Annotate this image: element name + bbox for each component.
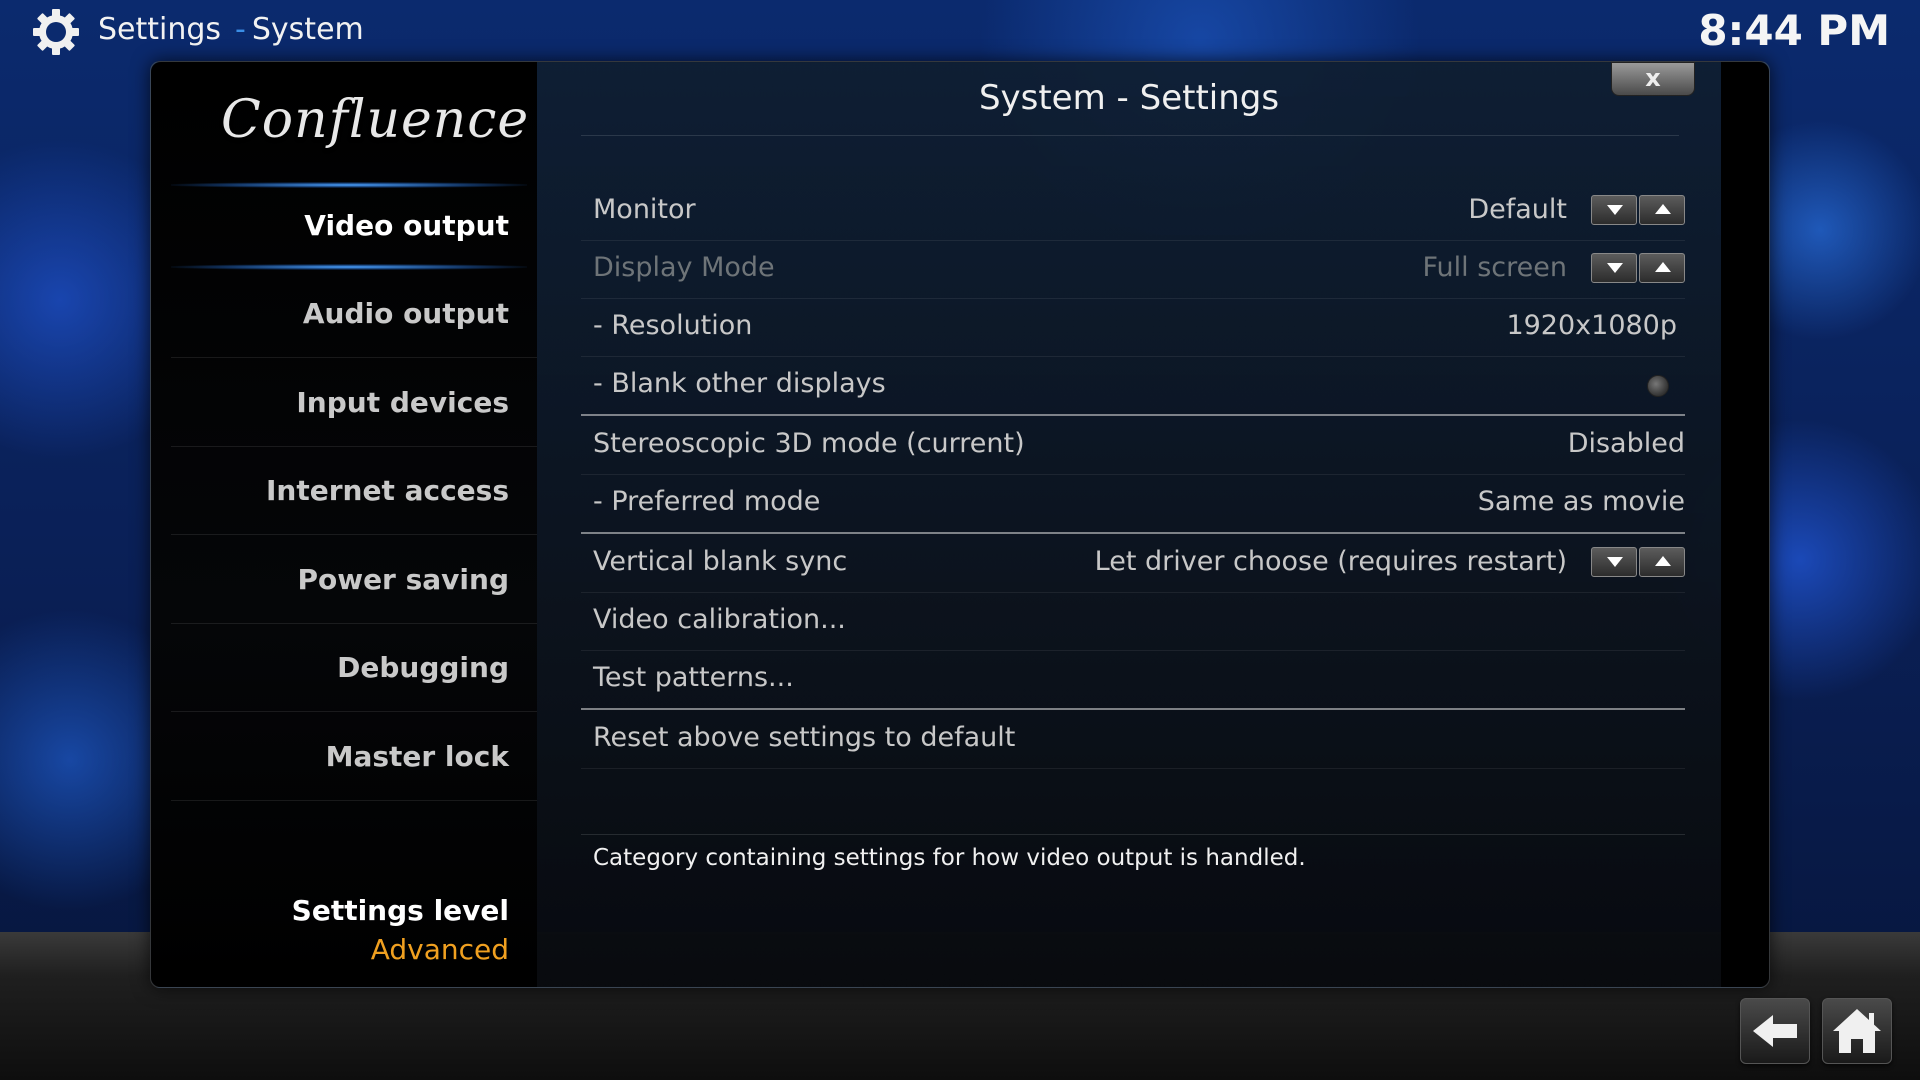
dialog-right-edge: [1721, 62, 1769, 987]
sidebar-item-label: Internet access: [265, 474, 509, 507]
setting-row-reset-defaults[interactable]: Reset above settings to default: [581, 710, 1685, 769]
breadcrumb-current: System: [251, 12, 364, 47]
sidebar-item-debugging[interactable]: Debugging: [151, 624, 537, 712]
settings-level-button[interactable]: Settings level Advanced: [292, 894, 509, 966]
category-description: Category containing settings for how vid…: [593, 845, 1306, 871]
home-button[interactable]: [1822, 998, 1892, 1064]
setting-value: Default: [1468, 194, 1567, 225]
spin-up-button[interactable]: [1639, 547, 1685, 577]
setting-label: Video calibration...: [593, 604, 846, 635]
close-button[interactable]: x: [1611, 62, 1695, 96]
title-divider: [581, 135, 1679, 136]
setting-row-video-calibration[interactable]: Video calibration...: [581, 592, 1685, 651]
setting-value: 1920x1080p: [1506, 310, 1677, 341]
spin-up-button[interactable]: [1639, 195, 1685, 225]
setting-row-vertical-blank-sync[interactable]: Vertical blank sync Let driver choose (r…: [581, 534, 1685, 593]
setting-value: Full screen: [1422, 252, 1567, 283]
setting-label: - Blank other displays: [593, 368, 886, 399]
spin-down-button[interactable]: [1591, 547, 1637, 577]
dialog-title: System - Settings: [978, 78, 1280, 118]
setting-label: - Preferred mode: [593, 486, 821, 517]
confluence-logo: Confluence: [221, 90, 530, 150]
setting-label: Monitor: [593, 194, 696, 225]
setting-label: Test patterns...: [593, 662, 794, 693]
sidebar-item-input-devices[interactable]: Input devices: [151, 359, 537, 447]
gear-icon: [33, 9, 79, 55]
setting-label: Reset above settings to default: [593, 722, 1016, 753]
sidebar-item-label: Master lock: [325, 740, 509, 773]
sidebar-item-internet-access[interactable]: Internet access: [151, 447, 537, 535]
sidebar-item-power-saving[interactable]: Power saving: [151, 536, 537, 624]
sidebar: Confluence Video output Audio output Inp…: [151, 62, 537, 987]
sidebar-item-label: Video output: [304, 209, 509, 242]
value-spinner: [1589, 195, 1685, 225]
setting-label: Display Mode: [593, 252, 775, 283]
toggle-radio[interactable]: [1647, 375, 1669, 397]
setting-row-blank-other-displays[interactable]: - Blank other displays: [581, 356, 1685, 416]
setting-value: Same as movie: [1477, 486, 1685, 517]
sidebar-item-label: Input devices: [296, 386, 509, 419]
settings-dialog: Confluence Video output Audio output Inp…: [150, 61, 1770, 988]
value-spinner: [1589, 547, 1685, 577]
sidebar-item-label: Audio output: [302, 297, 509, 330]
setting-label: Stereoscopic 3D mode (current): [593, 428, 1025, 459]
back-button[interactable]: [1740, 998, 1810, 1064]
setting-row-resolution[interactable]: - Resolution 1920x1080p: [581, 298, 1685, 357]
setting-row-monitor[interactable]: Monitor Default: [581, 182, 1685, 241]
breadcrumb-separator: -: [235, 12, 246, 47]
spin-up-button[interactable]: [1639, 253, 1685, 283]
setting-value: Disabled: [1567, 428, 1685, 459]
sidebar-item-master-lock[interactable]: Master lock: [151, 713, 537, 801]
setting-row-display-mode[interactable]: Display Mode Full screen: [581, 240, 1685, 299]
settings-level-value: Advanced: [370, 933, 509, 966]
setting-value: Let driver choose (requires restart): [1094, 546, 1567, 577]
top-bar: Settings - System 8:44 PM: [0, 0, 1920, 60]
settings-level-label: Settings level: [291, 894, 509, 927]
clock: 8:44 PM: [1698, 6, 1890, 55]
close-icon: x: [1645, 64, 1661, 92]
setting-row-test-patterns[interactable]: Test patterns...: [581, 650, 1685, 710]
sidebar-item-audio-output[interactable]: Audio output: [151, 270, 537, 358]
home-icon: [1833, 1009, 1881, 1053]
setting-row-stereoscopic-mode[interactable]: Stereoscopic 3D mode (current) Disabled: [581, 416, 1685, 475]
spin-down-button[interactable]: [1591, 253, 1637, 283]
breadcrumb: Settings - System: [98, 12, 364, 47]
breadcrumb-root: Settings: [98, 12, 222, 47]
description-divider: [581, 834, 1685, 835]
setting-row-preferred-mode[interactable]: - Preferred mode Same as movie: [581, 474, 1685, 534]
value-spinner: [1589, 253, 1685, 283]
setting-label: Vertical blank sync: [593, 546, 848, 577]
setting-label: - Resolution: [593, 310, 753, 341]
sidebar-item-label: Debugging: [337, 651, 509, 684]
spin-down-button[interactable]: [1591, 195, 1637, 225]
sidebar-item-video-output[interactable]: Video output: [151, 182, 537, 270]
sidebar-item-label: Power saving: [297, 563, 509, 596]
back-arrow-icon: [1753, 1015, 1797, 1047]
